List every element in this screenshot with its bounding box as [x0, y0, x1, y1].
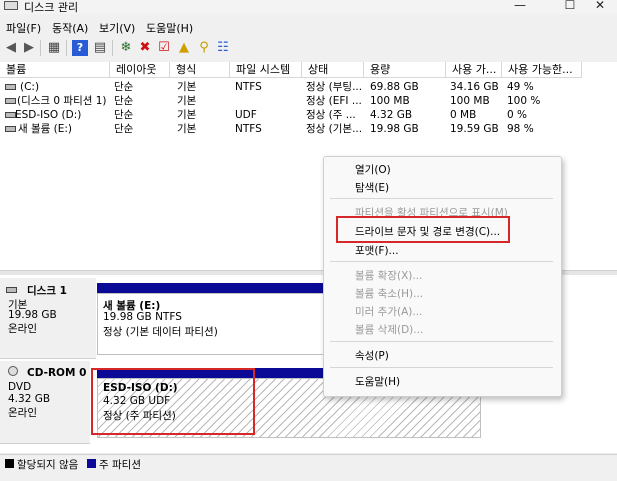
table-cell-status: 정상 (부팅... [306, 81, 363, 93]
connect-icon[interactable]: ❄ [118, 40, 134, 56]
table-cell-volume[interactable]: (C:) [20, 80, 108, 94]
table-cell-type: 기본 [177, 109, 197, 121]
menu-file[interactable]: 파일(F) [6, 20, 41, 36]
table-cell-free-space: 100 MB [450, 95, 490, 107]
check-icon[interactable]: ☑ [156, 40, 172, 56]
toolbar-separator [112, 40, 113, 56]
column-layout[interactable]: 레이아웃 [110, 62, 170, 78]
menu-view[interactable]: 보기(V) [99, 20, 135, 36]
cdrom-0-name: CD-ROM 0 [27, 367, 87, 379]
minimize-button[interactable]: — [500, 0, 540, 14]
menu-format[interactable]: 포맷(F)... [355, 243, 399, 258]
disk-icon [6, 287, 17, 293]
partition-size: 19.98 GB NTFS [103, 311, 182, 323]
drive-icon [5, 98, 16, 104]
menu-action[interactable]: 동작(A) [52, 20, 88, 36]
table-cell-volume[interactable]: ESD-ISO (D:) [15, 108, 108, 122]
highlight-box-esd-iso [91, 368, 255, 435]
table-cell-layout: 단순 [114, 81, 134, 93]
menu-extend-volume: 볼륨 확장(X)... [355, 270, 423, 282]
table-cell-volume[interactable]: 새 볼륨 (E:) [18, 122, 110, 136]
menu-bar [0, 17, 617, 35]
table-cell-percent-free: 100 % [507, 95, 541, 107]
table-cell-capacity: 4.32 GB [370, 109, 413, 121]
column-percent-free[interactable]: 사용 가능한... [502, 62, 582, 78]
search-folder-icon[interactable]: ⚲ [196, 40, 212, 56]
cdrom-0-type: DVD [8, 381, 32, 393]
window-title: 디스크 관리 [24, 1, 79, 14]
disk-1-size: 19.98 GB [8, 309, 57, 321]
forward-icon[interactable]: ▶ [21, 40, 37, 56]
menu-separator [330, 341, 553, 342]
table-cell-file-system: NTFS [235, 81, 262, 93]
table-cell-free-space: 19.59 GB [450, 123, 499, 135]
column-file-system[interactable]: 파일 시스템 [230, 62, 302, 78]
menu-help[interactable]: 도움말(H) [146, 20, 193, 36]
highlight-box-change-letter [336, 216, 510, 243]
menu-separator [330, 198, 553, 199]
column-free-space[interactable]: 사용 가... [446, 62, 502, 78]
close-button[interactable]: ✕ [580, 0, 617, 14]
table-cell-layout: 단순 [114, 123, 134, 135]
menu-explore[interactable]: 탐색(E) [355, 180, 389, 195]
menu-add-mirror: 미러 추가(A)... [355, 306, 423, 318]
disk-1-status: 온라인 [8, 323, 37, 335]
column-type[interactable]: 형식 [170, 62, 230, 78]
table-cell-free-space: 34.16 GB [450, 81, 499, 93]
drive-icon [5, 84, 16, 90]
menu-properties[interactable]: 속성(P) [355, 348, 389, 363]
disk-1-name: 디스크 1 [27, 285, 67, 297]
column-capacity[interactable]: 용량 [364, 62, 446, 78]
table-cell-type: 기본 [177, 123, 197, 135]
unallocated-swatch [5, 459, 14, 468]
table-cell-status: 정상 (기본... [306, 123, 363, 135]
folder-up-icon[interactable]: ▲ [176, 40, 192, 56]
table-cell-status: 정상 (EFI ... [306, 95, 362, 107]
partition-header-bar [97, 283, 325, 293]
table-cell-layout: 단순 [114, 95, 134, 107]
table-cell-free-space: 0 MB [450, 109, 477, 121]
cd-icon [8, 366, 18, 376]
disk-management-icon [4, 1, 18, 10]
table-cell-status: 정상 (주 ... [306, 109, 356, 121]
cdrom-0-status: 온라인 [8, 407, 37, 419]
table-cell-file-system: UDF [235, 109, 257, 121]
menu-delete-volume: 볼륨 삭제(D)... [355, 324, 424, 336]
toolbar-separator [66, 40, 67, 56]
cdrom-0-size: 4.32 GB [8, 393, 51, 405]
partition-status: 정상 (기본 데이터 파티션) [103, 326, 218, 338]
table-cell-capacity: 19.98 GB [370, 123, 419, 135]
table-cell-percent-free: 49 % [507, 81, 534, 93]
delete-icon[interactable]: ✖ [137, 40, 153, 56]
primary-partition-swatch [87, 459, 96, 468]
table-cell-type: 기본 [177, 81, 197, 93]
table-cell-percent-free: 0 % [507, 109, 527, 121]
table-cell-file-system: NTFS [235, 123, 262, 135]
menu-separator [330, 261, 553, 262]
table-cell-percent-free: 98 % [507, 123, 534, 135]
table-cell-capacity: 69.88 GB [370, 81, 419, 93]
properties-icon[interactable]: ▤ [92, 40, 108, 56]
table-cell-type: 기본 [177, 95, 197, 107]
drive-icon [5, 126, 16, 132]
table-cell-layout: 단순 [114, 109, 134, 121]
column-status[interactable]: 상태 [302, 62, 364, 78]
menu-shrink-volume: 볼륨 축소(H)... [355, 288, 424, 300]
console-tree-icon[interactable]: ▦ [46, 40, 62, 56]
legend-primary: 주 파티션 [99, 459, 141, 471]
column-volume[interactable]: 볼륨 [0, 62, 110, 78]
legend-unallocated: 할당되지 않음 [17, 459, 79, 471]
back-icon[interactable]: ◀ [3, 40, 19, 56]
menu-separator [330, 367, 553, 368]
settings-list-icon[interactable]: ☷ [215, 40, 231, 56]
toolbar-separator [40, 40, 41, 56]
help-icon[interactable]: ? [72, 40, 88, 56]
table-cell-capacity: 100 MB [370, 95, 410, 107]
table-cell-volume[interactable]: (디스크 0 파티션 1) [17, 94, 110, 108]
menu-open[interactable]: 열기(O) [355, 162, 391, 177]
menu-help-item[interactable]: 도움말(H) [355, 374, 400, 389]
